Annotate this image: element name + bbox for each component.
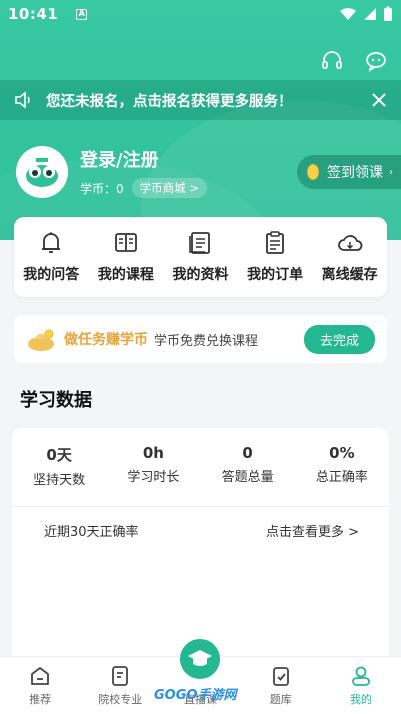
tab-question-bank[interactable]: 题库 <box>241 657 321 714</box>
watermark-logo: GOGO手游网 <box>154 688 237 703</box>
stat-label: 学习时长 <box>127 470 180 485</box>
stat-value: 0% <box>329 444 355 462</box>
checkin-label: 签到领课 <box>327 165 383 181</box>
menu-my-orders[interactable]: 我的订单 <box>240 230 310 284</box>
menu-my-materials[interactable]: 我的资料 <box>165 230 235 284</box>
stat-label: 总正确率 <box>315 470 368 485</box>
headset-icon[interactable] <box>321 50 343 72</box>
tab-label: 我的 <box>349 693 372 706</box>
stat-study-time: 0h 学习时长 <box>108 444 198 488</box>
live-class-button[interactable] <box>177 636 223 682</box>
study-data-title: 学习数据 <box>20 390 92 411</box>
tab-label: 题库 <box>269 693 292 706</box>
header-background <box>0 0 401 240</box>
tab-label: 院校专业 <box>98 693 143 706</box>
notes-icon <box>112 666 129 686</box>
menu-label: 我的订单 <box>247 267 304 283</box>
tab-schools[interactable]: 院校专业 <box>80 657 160 714</box>
wifi-icon <box>340 8 356 20</box>
study-data-card: 0天 坚持天数 0h 学习时长 0 答题总量 0% 总正确率 近期30天正确率 … <box>12 428 389 668</box>
book-icon <box>114 233 137 252</box>
signal-icon <box>364 8 376 20</box>
money-bag-icon <box>28 329 54 351</box>
recent-accuracy-label: 近期30天正确率 <box>44 525 139 540</box>
menu-label: 我的问答 <box>23 267 80 283</box>
menu-my-courses[interactable]: 我的课程 <box>91 230 161 284</box>
tab-label: 推荐 <box>29 693 52 706</box>
stat-accuracy: 0% 总正确率 <box>297 444 387 488</box>
tab-recommend[interactable]: 推荐 <box>0 657 80 714</box>
speaker-icon <box>15 91 30 109</box>
stat-value: 0h <box>142 444 164 462</box>
message-icon[interactable] <box>365 50 387 72</box>
menu-label: 我的资料 <box>172 267 229 283</box>
chevron-right-icon: › <box>389 166 393 178</box>
battery-icon <box>384 6 392 21</box>
user-icon <box>352 666 370 686</box>
quick-menu: 我的问答 我的课程 我的资料 我的订单 离线缓存 <box>14 217 387 297</box>
clipboard-icon <box>266 231 284 254</box>
task-banner[interactable]: 做任务赚学币 学币免费兑换课程 去完成 <box>14 315 387 363</box>
cloud-icon <box>337 235 363 251</box>
view-more-link[interactable]: 点击查看更多 > <box>266 521 359 540</box>
status-time: 10:41 <box>8 5 59 23</box>
checklist-icon <box>272 667 289 686</box>
stat-total-answers: 0 答题总量 <box>203 444 293 488</box>
notice-text: 您还未报名，点击报名获得更多服务！ <box>46 93 293 110</box>
tab-mine[interactable]: 我的 <box>321 657 401 714</box>
stat-value: 0天 <box>46 446 72 464</box>
checkin-button[interactable]: 签到领课 › <box>297 155 401 189</box>
menu-label: 我的课程 <box>97 267 154 283</box>
task-title: 做任务赚学币 <box>64 332 148 348</box>
coin-icon <box>307 164 319 180</box>
profile-section[interactable]: 登录/注册 学币：0 学币商城 > <box>16 146 207 198</box>
complete-task-button[interactable]: 去完成 <box>303 324 375 354</box>
document-icon <box>189 232 211 254</box>
stat-label: 坚持天数 <box>33 473 86 488</box>
login-register-link[interactable]: 登录/注册 <box>80 146 207 172</box>
close-icon[interactable] <box>371 92 387 108</box>
avatar[interactable] <box>16 146 68 198</box>
graduation-cap-icon <box>188 650 212 666</box>
stat-label: 答题总量 <box>221 470 274 485</box>
coins-label: 学币：0 <box>80 181 124 196</box>
notification-a-icon: A <box>76 8 88 20</box>
enroll-notice-bar[interactable]: 您还未报名，点击报名获得更多服务！ <box>0 80 401 120</box>
avatar-mascot-icon <box>26 158 58 187</box>
stat-value: 0 <box>242 444 253 462</box>
coins-value: 0 <box>116 181 124 196</box>
menu-offline-cache[interactable]: 离线缓存 <box>315 230 385 284</box>
task-subtitle: 学币免费兑换课程 <box>154 333 259 349</box>
stat-persist-days: 0天 坚持天数 <box>14 444 104 488</box>
menu-my-questions[interactable]: 我的问答 <box>16 230 86 284</box>
home-icon <box>31 667 49 685</box>
bell-icon <box>42 232 61 253</box>
coin-mall-button[interactable]: 学币商城 > <box>131 178 207 198</box>
menu-label: 离线缓存 <box>321 267 378 283</box>
status-bar: 10:41 A <box>0 0 401 28</box>
